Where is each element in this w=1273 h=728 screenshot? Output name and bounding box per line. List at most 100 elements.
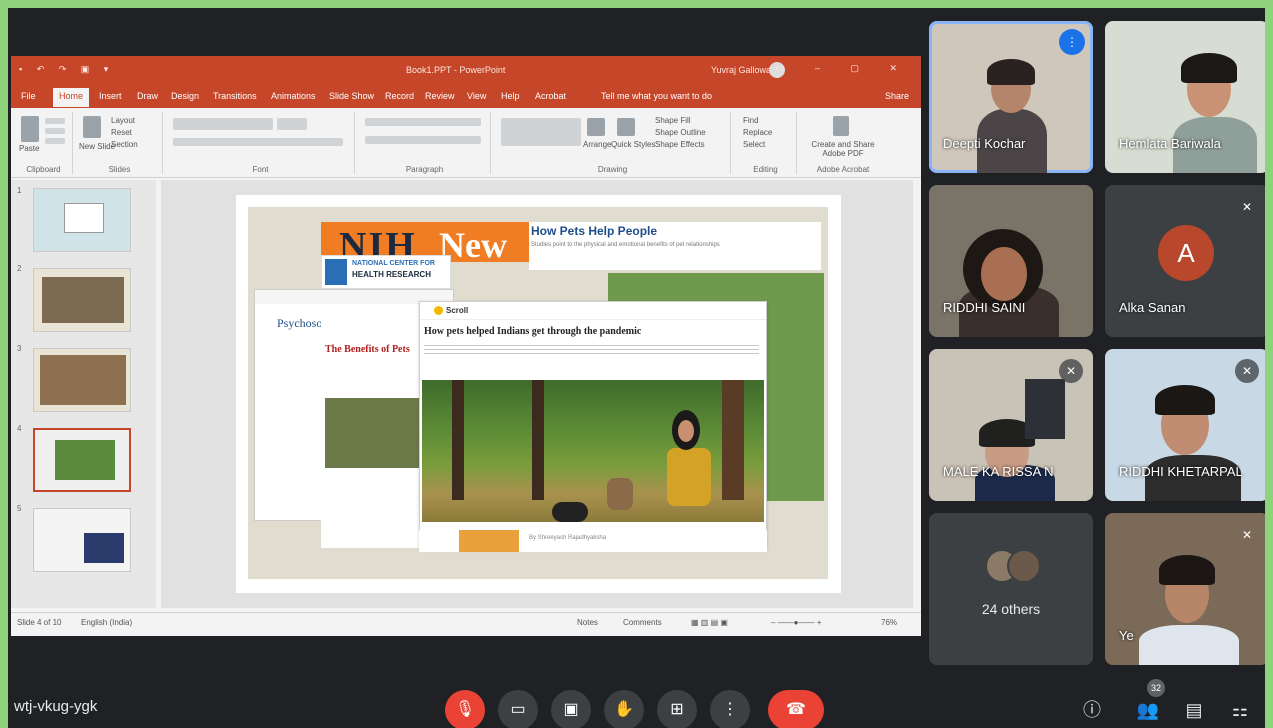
tab-home[interactable]: Home [53, 88, 90, 107]
find-button[interactable]: Find [743, 116, 759, 125]
participant-name: Hemlata Bariwala [1119, 136, 1221, 151]
tab-transitions[interactable]: Transitions [213, 91, 257, 101]
tab-review[interactable]: Review [425, 91, 455, 101]
participant-tile[interactable]: ✕ RIDDHI KHETARPAL [1105, 349, 1265, 501]
tab-help[interactable]: Help [501, 91, 520, 101]
article-benefits-of-pets: The Benefits of Pets [321, 310, 426, 548]
zoom-slider[interactable]: – ——●—— + [771, 618, 821, 627]
tab-animations[interactable]: Animations [271, 91, 316, 101]
quick-access-toolbar[interactable]: ▪ ↶ ↷ ▣ ▾ [19, 64, 114, 75]
mic-off-icon: ✕ [1241, 528, 1253, 542]
captions-icon[interactable]: ▣ [551, 690, 591, 728]
cut-icon[interactable] [45, 118, 65, 124]
new-slide-button[interactable]: New Slide [79, 142, 115, 151]
participant-tile[interactable]: RIDDHI SAINI [929, 185, 1093, 337]
activities-icon[interactable]: ⚏ [1224, 694, 1256, 726]
group-label-drawing: Drawing [597, 165, 628, 174]
new-slide-icon[interactable] [83, 116, 101, 138]
slide-thumbnail-2[interactable] [33, 268, 131, 332]
nch-line-2: HEALTH RESEARCH [352, 270, 431, 279]
tab-slide-show[interactable]: Slide Show [329, 91, 374, 101]
participant-tile[interactable]: Hemlata Bariwala [1105, 21, 1265, 173]
notes-button[interactable]: Notes [577, 618, 598, 627]
ribbon-group-paragraph: Paragraph [359, 112, 491, 174]
participant-tile[interactable]: A ✕ Alka Sanan [1105, 185, 1265, 337]
current-slide[interactable]: NIH New How Pets Help People Studies poi… [236, 195, 841, 593]
shape-fill-button[interactable]: Shape Fill [655, 116, 691, 125]
paste-icon[interactable] [21, 116, 39, 142]
shape-effects-button[interactable]: Shape Effects [655, 140, 705, 149]
comments-button[interactable]: Comments [623, 618, 662, 627]
section-button[interactable]: Section [111, 140, 138, 149]
tab-design[interactable]: Design [171, 91, 199, 101]
create-pdf-button[interactable]: Create and Share Adobe PDF [803, 140, 883, 158]
info-icon[interactable]: ⓘ [1076, 694, 1108, 726]
present-icon[interactable]: ⊞ [657, 690, 697, 728]
participant-name: Alka Sanan [1119, 300, 1186, 315]
quick-styles-icon[interactable] [617, 118, 635, 136]
mic-off-icon: ✕ [1059, 359, 1083, 383]
participant-tile[interactable]: ✕ MALE KA RISSA N [929, 349, 1093, 501]
replace-button[interactable]: Replace [743, 128, 772, 137]
layout-button[interactable]: Layout [111, 116, 135, 125]
paste-button[interactable]: Paste [19, 144, 39, 153]
ppt-status-bar: Slide 4 of 10 English (India) Notes Comm… [11, 612, 921, 632]
ppt-share-button[interactable]: Share [885, 91, 909, 101]
meet-window: ▪ ↶ ↷ ▣ ▾ Book1.PPT - PowerPoint Yuvraj … [8, 8, 1265, 728]
dog-photo [325, 398, 422, 468]
mic-off-icon[interactable]: 🎙 [445, 690, 485, 728]
scroll-site-header: Scroll [420, 302, 766, 320]
font-name-select[interactable] [173, 118, 273, 130]
arrange-icon[interactable] [587, 118, 605, 136]
participant-name: RIDDHI KHETARPAL [1119, 464, 1243, 479]
font-format-buttons[interactable] [173, 138, 343, 146]
tab-draw[interactable]: Draw [137, 91, 158, 101]
slide-thumbnail-5[interactable] [33, 508, 131, 572]
format-painter-icon[interactable] [45, 138, 65, 144]
view-buttons[interactable]: ▦ ▥ ▤ ▣ [691, 618, 728, 627]
camera-icon[interactable]: ▭ [498, 690, 538, 728]
ribbon-group-drawing: Arrange Quick Styles Shape Fill Shape Ou… [495, 112, 731, 174]
align-buttons[interactable] [365, 136, 481, 144]
mic-off-icon: ✕ [1235, 359, 1259, 383]
language-status[interactable]: English (India) [81, 618, 132, 627]
chat-icon[interactable]: ▤ [1178, 694, 1210, 726]
select-button[interactable]: Select [743, 140, 765, 149]
participant-tile[interactable]: ✕ Ye [1105, 513, 1265, 665]
slide-number: 2 [17, 264, 22, 273]
ppt-ribbon: Paste Clipboard New Slide Layout Reset S… [11, 108, 921, 178]
font-size-select[interactable] [277, 118, 307, 130]
slide-thumbnail-3[interactable] [33, 348, 131, 412]
arrange-button[interactable]: Arrange [583, 140, 611, 149]
participant-name: MALE KA RISSA N [943, 464, 1054, 479]
list-buttons[interactable] [365, 118, 481, 126]
more-options-icon[interactable]: ⋮ [710, 690, 750, 728]
tell-me-search[interactable]: Tell me what you want to do [601, 91, 712, 101]
pets-article-title: How Pets Help People [531, 224, 658, 238]
slide-thumbnail-1[interactable] [33, 188, 131, 252]
end-call-button[interactable]: ☎ [768, 690, 824, 728]
shape-outline-button[interactable]: Shape Outline [655, 128, 706, 137]
shapes-gallery[interactable] [501, 118, 581, 146]
quick-styles-button[interactable]: Quick Styles [611, 140, 655, 149]
slide-number: 4 [17, 424, 22, 433]
raise-hand-icon[interactable]: ✋ [604, 690, 644, 728]
reset-button[interactable]: Reset [111, 128, 132, 137]
slide-thumbnail-4[interactable] [33, 428, 131, 492]
people-icon[interactable]: 👥 [1132, 694, 1164, 726]
meeting-code: wtj-vkug-ygk [14, 698, 98, 715]
zoom-level[interactable]: 76% [881, 618, 897, 627]
copy-icon[interactable] [45, 128, 65, 134]
ppt-window-title: Book1.PPT - PowerPoint [406, 65, 506, 75]
window-controls[interactable]: ▭ – ▢ ✕ [776, 63, 911, 74]
tab-view[interactable]: View [467, 91, 486, 101]
scroll-standfirst [424, 342, 759, 356]
tab-file[interactable]: File [21, 91, 36, 101]
tab-record[interactable]: Record [385, 91, 414, 101]
participant-tile-others[interactable]: 24 others [929, 513, 1093, 665]
pdf-icon[interactable] [833, 116, 849, 136]
slide-number: 3 [17, 344, 22, 353]
tab-insert[interactable]: Insert [99, 91, 122, 101]
tab-acrobat[interactable]: Acrobat [535, 91, 566, 101]
participant-tile[interactable]: ⋮ Deepti Kochar [929, 21, 1093, 173]
